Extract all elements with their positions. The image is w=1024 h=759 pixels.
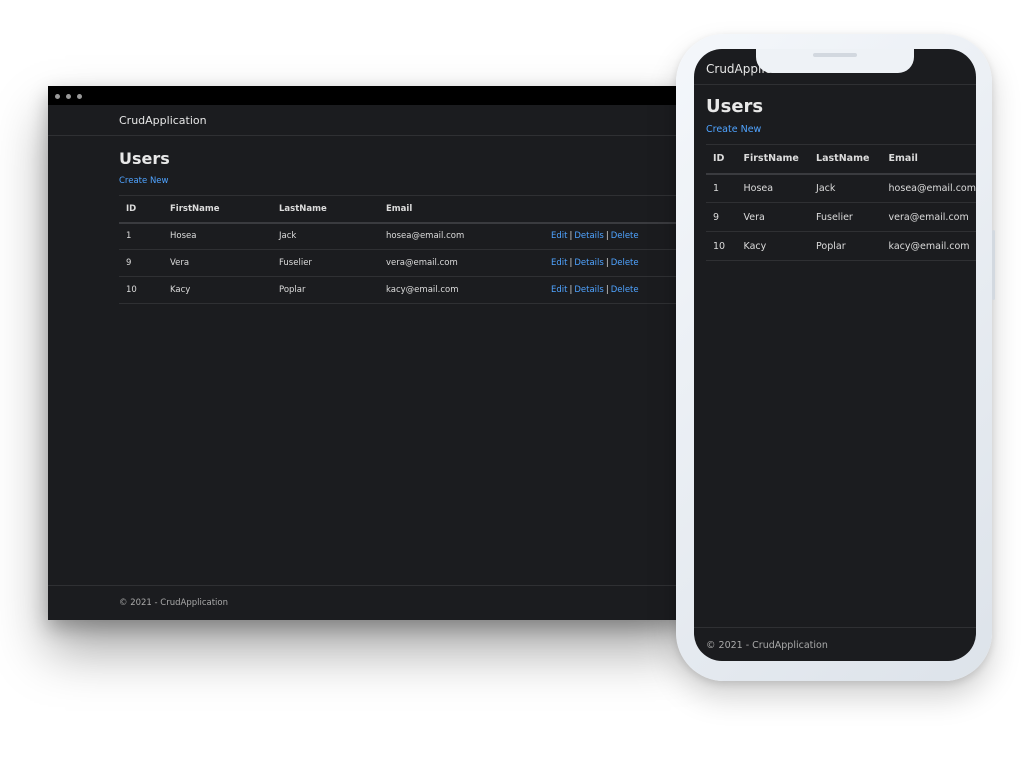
- table-header-row: ID FirstName LastName Email: [706, 144, 976, 175]
- users-table: ID FirstName LastName Email 1 Hosea Jack…: [119, 195, 688, 304]
- cell-id: 10: [706, 231, 737, 261]
- mobile-footer-copyright: © 2021 - CrudApplication: [706, 640, 828, 651]
- cell-lastname: Jack: [272, 222, 379, 250]
- cell-id: 10: [119, 276, 163, 304]
- header-firstname: FirstName: [163, 195, 272, 224]
- cell-firstname: Hosea: [736, 173, 810, 203]
- details-link[interactable]: Details: [574, 231, 603, 241]
- phone-side-button: [992, 230, 995, 300]
- navbar-brand-link[interactable]: CrudApplication: [119, 114, 207, 127]
- cell-lastname: Jack: [809, 173, 882, 203]
- mobile-footer: © 2021 - CrudApplication: [694, 627, 976, 661]
- cell-email: vera@email.com: [881, 202, 976, 232]
- create-new-link[interactable]: Create New: [119, 176, 169, 186]
- speaker-icon: [813, 53, 857, 57]
- header-email: Email: [881, 144, 976, 175]
- window-minimize-dot-icon[interactable]: [66, 94, 71, 99]
- window-close-dot-icon[interactable]: [55, 94, 60, 99]
- cell-actions: Edit | Details | Delete: [544, 222, 688, 250]
- header-email: Email: [379, 195, 544, 224]
- window-titlebar: [48, 86, 688, 105]
- mobile-users-table: ID FirstName LastName Email 1 Hosea Jack…: [706, 144, 976, 261]
- cell-email: vera@email.com: [379, 249, 544, 277]
- cell-lastname: Poplar: [272, 276, 379, 304]
- table-row: 9 Vera Fuselier vera@email.com Edit | Deta…: [119, 249, 688, 277]
- mobile-main-content: Users Create New ID FirstName LastName E…: [706, 85, 976, 261]
- cell-email: kacy@email.com: [881, 231, 976, 261]
- table-row: 1 Hosea Jack hosea@email.com: [706, 173, 976, 203]
- phone-screen: CrudApplication Users Create New ID Firs…: [694, 49, 976, 661]
- header-id: ID: [706, 144, 737, 175]
- footer: © 2021 - CrudApplication: [48, 585, 688, 620]
- table-row: 1 Hosea Jack hosea@email.com Edit | Detail…: [119, 222, 688, 250]
- mobile-page-title: Users: [706, 96, 764, 117]
- action-separator: |: [605, 285, 609, 295]
- cell-firstname: Kacy: [736, 231, 810, 261]
- page-title: Users: [119, 149, 170, 168]
- edit-link[interactable]: Edit: [551, 231, 567, 241]
- edit-link[interactable]: Edit: [551, 258, 567, 268]
- action-separator: |: [605, 258, 609, 268]
- cell-lastname: Fuselier: [272, 249, 379, 277]
- footer-copyright: © 2021 - CrudApplication: [119, 598, 229, 608]
- table-row: 10 Kacy Poplar kacy@email.com Edit | Detai…: [119, 276, 688, 304]
- cell-actions: Edit | Details | Delete: [544, 249, 688, 277]
- main-content: Users Create New ID FirstName LastName E…: [119, 136, 688, 304]
- phone-notch: [756, 49, 914, 73]
- delete-link[interactable]: Delete: [611, 258, 639, 268]
- header-id: ID: [119, 195, 163, 224]
- header-lastname: LastName: [809, 144, 882, 175]
- cell-email: hosea@email.com: [379, 222, 544, 250]
- header-actions: [544, 195, 688, 224]
- cell-email: hosea@email.com: [881, 173, 976, 203]
- cell-id: 1: [119, 222, 163, 250]
- delete-link[interactable]: Delete: [611, 231, 639, 241]
- window-maximize-dot-icon[interactable]: [77, 94, 82, 99]
- cell-firstname: Vera: [736, 202, 810, 232]
- cell-firstname: Hosea: [163, 222, 272, 250]
- table-header-row: ID FirstName LastName Email: [119, 195, 688, 224]
- cell-lastname: Poplar: [809, 231, 882, 261]
- cell-actions: Edit | Details | Delete: [544, 276, 688, 304]
- phone-device-frame: CrudApplication Users Create New ID Firs…: [676, 34, 995, 681]
- cell-lastname: Fuselier: [809, 202, 882, 232]
- cell-id: 1: [706, 173, 737, 203]
- details-link[interactable]: Details: [574, 285, 603, 295]
- header-lastname: LastName: [272, 195, 379, 224]
- delete-link[interactable]: Delete: [611, 285, 639, 295]
- cell-email: kacy@email.com: [379, 276, 544, 304]
- cell-firstname: Kacy: [163, 276, 272, 304]
- header-firstname: FirstName: [736, 144, 810, 175]
- cell-id: 9: [706, 202, 737, 232]
- table-row: 10 Kacy Poplar kacy@email.com: [706, 231, 976, 261]
- mobile-create-new-link[interactable]: Create New: [706, 124, 761, 135]
- action-separator: |: [605, 231, 609, 242]
- navbar: CrudApplication: [48, 105, 688, 136]
- cell-id: 9: [119, 249, 163, 277]
- desktop-browser-window: CrudApplication Users Create New ID Firs…: [48, 86, 688, 620]
- edit-link[interactable]: Edit: [551, 285, 567, 295]
- table-row: 9 Vera Fuselier vera@email.com: [706, 202, 976, 232]
- cell-firstname: Vera: [163, 249, 272, 277]
- details-link[interactable]: Details: [574, 258, 603, 268]
